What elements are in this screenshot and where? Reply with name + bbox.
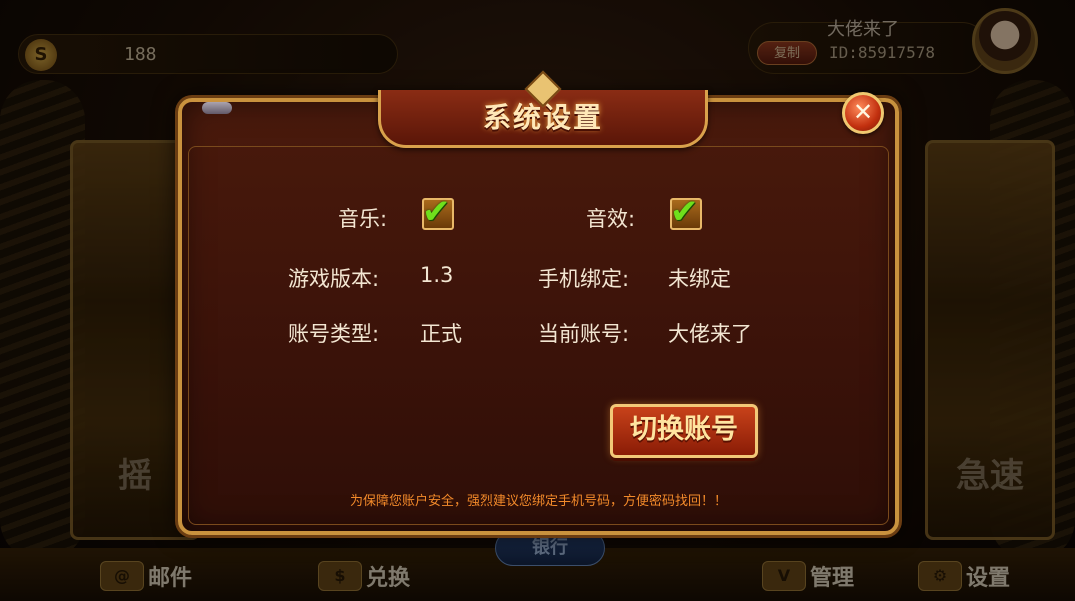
sfx-checkbox[interactable]: ✔ (670, 192, 702, 232)
sfx-label: 音效: (586, 207, 636, 231)
corner-ornament (202, 102, 232, 114)
switch-account-button[interactable]: 切换账号 (610, 404, 758, 458)
version-value: 1.3 (420, 263, 454, 287)
phone-bind-value: 未绑定 (668, 267, 731, 291)
music-checkbox[interactable]: ✔ (422, 192, 454, 232)
current-account-value: 大佬来了 (668, 322, 752, 346)
version-label: 游戏版本: (288, 267, 380, 291)
security-warning: 为保障您账户安全，强烈建议您绑定手机号码，方便密码找回！！ (349, 494, 727, 509)
music-label: 音乐: (338, 207, 388, 231)
check-icon: ✔ (422, 192, 451, 232)
phone-bind-label: 手机绑定: (538, 267, 630, 291)
check-icon: ✔ (670, 192, 699, 232)
settings-dialog: 系统设置 ✕ 音乐: ✔ 音效: ✔ 游戏版本: 1.3 手机绑定: 未绑定 账… (178, 70, 899, 535)
close-button[interactable]: ✕ (842, 92, 884, 134)
account-type-value: 正式 (420, 322, 462, 346)
current-account-label: 当前账号: (538, 322, 630, 346)
account-type-label: 账号类型: (288, 322, 380, 346)
